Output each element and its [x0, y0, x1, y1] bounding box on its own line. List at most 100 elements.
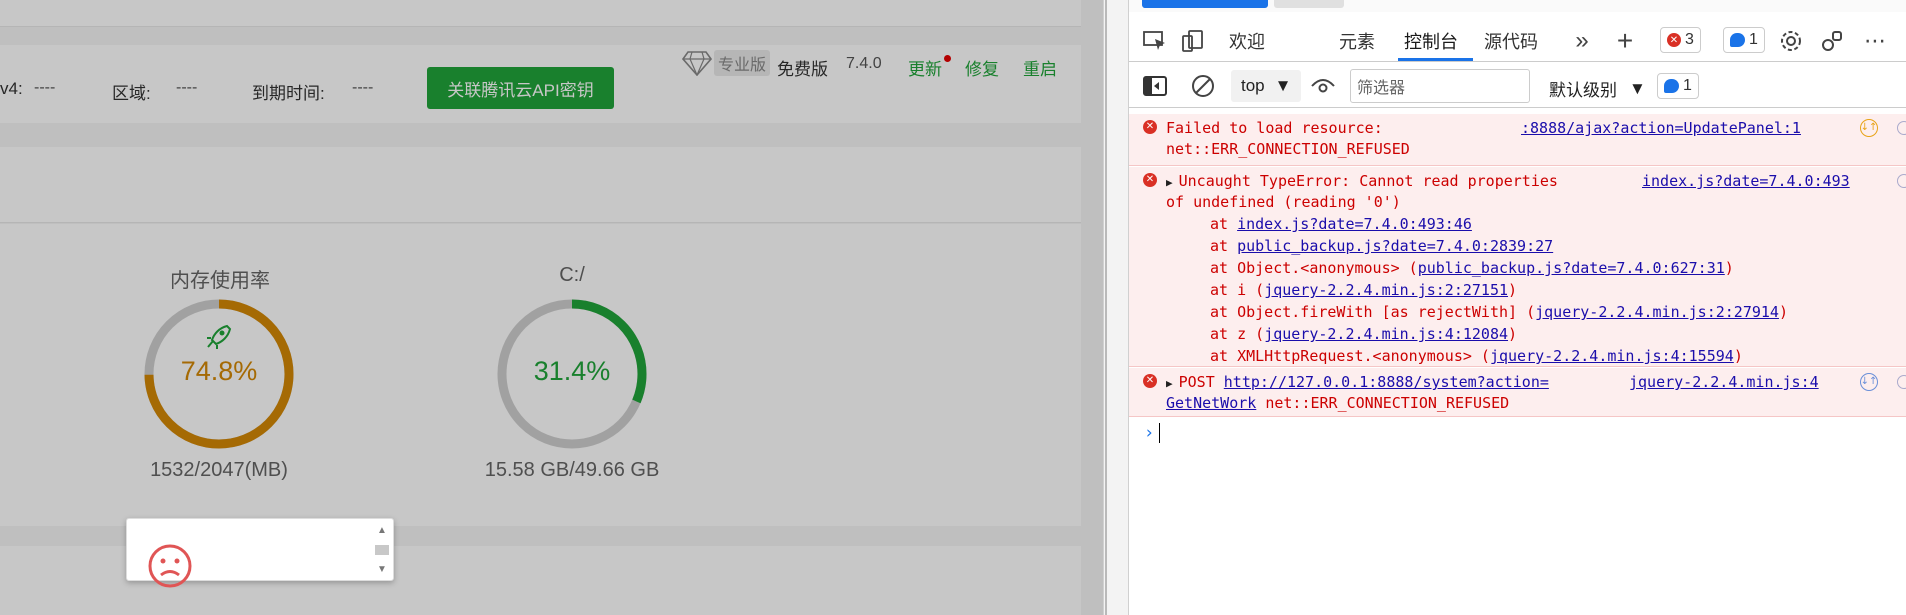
devtools-toolbar: 欢迎 元素 控制台 源代码 » + ✕ 3 1 ⋯: [1129, 18, 1906, 62]
scroll-up-icon[interactable]: ▲: [377, 525, 387, 536]
chevron-down-icon: ▼: [1629, 78, 1646, 98]
device-toolbar-icon[interactable]: [1179, 27, 1207, 55]
devtools-panel: 欢迎 元素 控制台 源代码 » + ✕ 3 1 ⋯ top ▼ 筛选器 默认级别…: [1129, 0, 1906, 615]
error-icon: ✕: [1143, 173, 1157, 187]
page-button-primary[interactable]: [1142, 0, 1268, 8]
tab-sources[interactable]: 源代码: [1484, 28, 1538, 54]
info-count-badge[interactable]: 1: [1723, 27, 1765, 53]
stack-frame: at Object.fireWith [as rejectWith] (jque…: [1210, 301, 1788, 323]
stack-frame-text: ): [1508, 325, 1518, 343]
stack-frame-link[interactable]: jquery-2.2.4.min.js:4:12084: [1264, 325, 1508, 343]
message-text-line: Uncaught TypeError: Cannot read properti…: [1178, 172, 1558, 190]
devtools-top-strip: [1129, 0, 1906, 12]
expand-triangle-icon[interactable]: ▶: [1166, 176, 1173, 189]
tab-elements[interactable]: 元素: [1339, 28, 1375, 54]
devtools-splitter[interactable]: [1103, 0, 1129, 615]
stack-frame-link[interactable]: jquery-2.2.4.min.js:4:15594: [1490, 347, 1734, 365]
error-popup[interactable]: ▲ ▼: [126, 518, 394, 588]
version-number: 7.4.0: [846, 55, 882, 72]
stack-frame-text: at i (: [1210, 281, 1265, 299]
message-icon: [1730, 33, 1745, 47]
more-info-icon[interactable]: [1897, 375, 1906, 389]
request-url-link-cont[interactable]: GetNetWork: [1166, 394, 1256, 412]
settings-icon[interactable]: [1777, 27, 1805, 55]
stack-frame-text: ): [1508, 281, 1518, 299]
text-caret: [1159, 423, 1161, 443]
clear-console-icon[interactable]: [1189, 72, 1217, 100]
message-source-link[interactable]: :8888/ajax?action=UpdatePanel:1: [1521, 117, 1801, 139]
scroll-thumb[interactable]: [375, 545, 389, 555]
console-filter-input[interactable]: 筛选器: [1350, 69, 1530, 103]
stack-frame: at public_backup.js?date=7.4.0:2839:27: [1210, 235, 1553, 257]
panel-app: v4: ---- 区域: ---- 到期时间: ---- 关联腾讯云API密钥 …: [0, 0, 1103, 615]
stack-frame-link[interactable]: public_backup.js?date=7.4.0:2839:27: [1237, 237, 1553, 255]
console-error-message[interactable]: ✕ ▶ Uncaught TypeError: Cannot read prope…: [1129, 167, 1906, 367]
free-version-label: 免费版: [777, 60, 828, 79]
info-count: 1: [1749, 31, 1758, 48]
region-label: 区域:: [112, 84, 151, 103]
context-value: top: [1241, 76, 1265, 95]
link-tencent-api-button[interactable]: 关联腾讯云API密钥: [427, 67, 614, 109]
network-request-icon[interactable]: ↓↑: [1860, 373, 1878, 391]
repair-link[interactable]: 修复: [965, 55, 999, 80]
network-request-icon[interactable]: ↓↑: [1860, 119, 1878, 137]
stack-frame: at XMLHttpRequest.<anonymous> (jquery-2.…: [1210, 345, 1743, 367]
error-count-badge[interactable]: ✕ 3: [1660, 27, 1701, 53]
ipv4-value: ----: [34, 79, 56, 96]
console-filter-bar: top ▼ 筛选器 默认级别 ▼ 1: [1129, 64, 1906, 108]
console-error-message[interactable]: ✕ Failed to load resource: net::ERR_CONN…: [1129, 114, 1906, 166]
expand-triangle-icon[interactable]: ▶: [1166, 377, 1173, 390]
customize-icon[interactable]: [1818, 27, 1846, 55]
status-header-card: [0, 147, 1081, 223]
stack-frame-text: at Object.fireWith [as rejectWith] (: [1210, 303, 1536, 321]
pro-version-label: 专业版: [714, 50, 771, 76]
stack-frame-link[interactable]: index.js?date=7.4.0:493:46: [1237, 215, 1472, 233]
memory-gauge-title: 内存使用率: [170, 270, 270, 292]
page-button-secondary[interactable]: [1274, 0, 1344, 8]
disk-gauge-value: 31.4%: [533, 356, 611, 386]
stack-frame-text: at Object.<anonymous> (: [1210, 259, 1418, 277]
message-source-link[interactable]: jquery-2.2.4.min.js:4: [1629, 371, 1819, 393]
tab-welcome[interactable]: 欢迎: [1229, 28, 1265, 54]
stack-frame-text: at: [1210, 215, 1238, 233]
stack-frame-link[interactable]: public_backup.js?date=7.4.0:627:31: [1418, 259, 1725, 277]
request-url-link[interactable]: http://127.0.0.1:8888/system?action=: [1224, 373, 1549, 391]
message-text-line: of undefined (reading '0'): [1166, 193, 1401, 211]
request-method: POST: [1178, 373, 1215, 391]
chevron-down-icon: ▼: [1274, 76, 1292, 95]
memory-gauge-value: 74.8%: [180, 356, 258, 386]
context-select[interactable]: top ▼: [1231, 70, 1301, 102]
message-text-line: net::ERR_CONNECTION_REFUSED: [1166, 140, 1410, 158]
error-icon: ✕: [1667, 33, 1681, 47]
issues-badge[interactable]: 1: [1657, 73, 1699, 99]
more-options-icon[interactable]: ⋯: [1861, 27, 1889, 55]
stack-frame-text: ): [1733, 347, 1743, 365]
add-tab-icon[interactable]: +: [1611, 25, 1639, 56]
message-source-link[interactable]: index.js?date=7.4.0:493: [1642, 170, 1850, 192]
error-icon: ✕: [1143, 374, 1157, 388]
update-link[interactable]: 更新: [908, 55, 942, 80]
sidebar-toggle-icon[interactable]: [1141, 72, 1169, 100]
rocket-icon: [207, 324, 232, 349]
pro-version-badge[interactable]: 专业版: [682, 50, 771, 76]
active-tab-indicator: [1398, 58, 1473, 61]
console-output: ✕ Failed to load resource: net::ERR_CONN…: [1129, 109, 1906, 615]
log-level-select[interactable]: 默认级别 ▼: [1549, 76, 1646, 101]
stack-frame-text: at: [1210, 237, 1238, 255]
live-expression-eye-icon[interactable]: [1309, 72, 1337, 100]
more-tabs-icon[interactable]: »: [1568, 27, 1596, 55]
inspect-element-icon[interactable]: [1141, 27, 1169, 55]
restart-link[interactable]: 重启: [1023, 55, 1057, 80]
tab-console[interactable]: 控制台: [1404, 28, 1458, 54]
console-prompt[interactable]: ›: [1144, 422, 1161, 444]
log-level-value: 默认级别: [1549, 81, 1617, 100]
console-error-message[interactable]: ✕ ▶ POST http://127.0.0.1:8888/system?act…: [1129, 368, 1906, 417]
more-info-icon[interactable]: [1897, 121, 1906, 135]
stack-frame-link[interactable]: jquery-2.2.4.min.js:2:27151: [1264, 281, 1508, 299]
popup-scrollbar[interactable]: ▲ ▼: [374, 525, 390, 575]
stack-frame-link[interactable]: jquery-2.2.4.min.js:2:27914: [1535, 303, 1779, 321]
stack-frame: at i (jquery-2.2.4.min.js:2:27151): [1210, 279, 1517, 301]
scroll-down-icon[interactable]: ▼: [377, 564, 387, 575]
more-info-icon: [1897, 174, 1906, 188]
stack-frame-text: ): [1778, 303, 1788, 321]
